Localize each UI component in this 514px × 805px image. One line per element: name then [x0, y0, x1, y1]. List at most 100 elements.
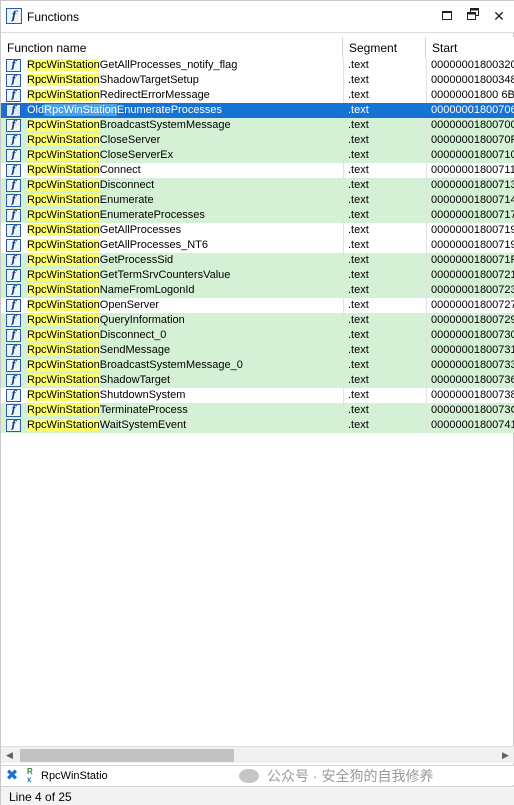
name-suffix: ShutdownSystem: [99, 389, 186, 401]
start-address-cell: 00000001800727: [426, 298, 514, 313]
name-suffix: RedirectErrorMessage: [99, 89, 210, 101]
maximize-button[interactable]: [439, 8, 455, 24]
filter-match-highlight: RpcWinStation: [27, 374, 100, 386]
function-icon: f: [6, 134, 21, 147]
name-suffix: Disconnect_0: [99, 329, 167, 341]
name-suffix: GetProcessSid: [99, 254, 174, 266]
filter-match-highlight: RpcWinStation: [27, 269, 100, 281]
function-icon: f: [6, 239, 21, 252]
function-name: RpcWinStationDisconnect_0: [27, 328, 166, 343]
filter-match-highlight: RpcWinStation: [27, 89, 100, 101]
status-bar: Line 4 of 25: [1, 786, 514, 805]
table-row[interactable]: f RpcWinStationGetAllProcesses_NT6 .text 00…: [1, 238, 514, 253]
table-row[interactable]: f RpcWinStationTerminateProcess .text 00000…: [1, 403, 514, 418]
table-row[interactable]: f RpcWinStationNameFromLogonId .text 000000…: [1, 283, 514, 298]
name-suffix: GetAllProcesses: [99, 224, 182, 236]
function-icon: f: [6, 254, 21, 267]
column-header-segment[interactable]: Segment: [343, 37, 426, 59]
function-name-cell: f RpcWinStationNameFromLogonId: [1, 283, 343, 298]
filter-match-highlight: RpcWinStation: [27, 179, 100, 191]
segment-cell: .text: [343, 178, 426, 193]
name-suffix: Disconnect: [99, 179, 155, 191]
close-button[interactable]: ✕: [491, 8, 507, 24]
horizontal-scrollbar[interactable]: ◀ ▶: [1, 746, 514, 763]
function-name-cell: f RpcWinStationEnumerate: [1, 193, 343, 208]
function-name: RpcWinStationCloseServerEx: [27, 148, 173, 163]
function-name-cell: f RpcWinStationBroadcastSystemMessage_0: [1, 358, 343, 373]
table-row[interactable]: f RpcWinStationGetProcessSid .text 00000001…: [1, 253, 514, 268]
table-row[interactable]: f OldRpcWinStationEnumerateProcesses .text…: [1, 103, 514, 118]
scroll-right-icon[interactable]: ▶: [497, 747, 514, 764]
scroll-left-icon[interactable]: ◀: [1, 747, 18, 764]
table-row[interactable]: f RpcWinStationOpenServer .text 00000001800…: [1, 298, 514, 313]
table-row[interactable]: f RpcWinStationSendMessage .text 0000000180…: [1, 343, 514, 358]
function-name-cell: f RpcWinStationConnect: [1, 163, 343, 178]
scroll-thumb[interactable]: [20, 749, 234, 762]
function-icon: f: [6, 359, 21, 372]
function-name: RpcWinStationGetTermSrvCountersValue: [27, 268, 230, 283]
function-name: RpcWinStationDisconnect: [27, 178, 154, 193]
function-name: RpcWinStationBroadcastSystemMessage_0: [27, 358, 243, 373]
table-row[interactable]: f RpcWinStationWaitSystemEvent .text 000000…: [1, 418, 514, 433]
filter-match-highlight: RpcWinStation: [27, 194, 100, 206]
segment-cell: .text: [343, 163, 426, 178]
table-row[interactable]: f RpcWinStationCloseServerEx .text 00000001…: [1, 148, 514, 163]
table-row[interactable]: f RpcWinStationGetAllProcesses .text 000000…: [1, 223, 514, 238]
watermark: 公众号 · 安全狗的自我修养: [239, 768, 433, 784]
function-icon: f: [6, 344, 21, 357]
filter-match-highlight: RpcWinStation: [27, 239, 100, 251]
filter-match-highlight: RpcWinStation: [27, 344, 100, 356]
table-row[interactable]: f RpcWinStationBroadcastSystemMessage_0 .t…: [1, 358, 514, 373]
watermark-text: 公众号 · 安全狗的自我修养: [267, 768, 434, 784]
table-row[interactable]: f RpcWinStationEnumerateProcesses .text 000…: [1, 208, 514, 223]
function-name: RpcWinStationOpenServer: [27, 298, 159, 313]
function-icon: f: [6, 8, 22, 24]
function-name: RpcWinStationGetAllProcesses: [27, 223, 181, 238]
start-address-cell: 00000001800738: [426, 388, 514, 403]
function-icon: f: [6, 149, 21, 162]
column-header-function-name[interactable]: Function name: [1, 37, 343, 59]
function-icon: f: [6, 164, 21, 177]
start-address-cell: 00000001800733: [426, 358, 514, 373]
table-row[interactable]: f RpcWinStationEnumerate .text 000000018007…: [1, 193, 514, 208]
table-row[interactable]: f RpcWinStationShutdownSystem .text 0000000…: [1, 388, 514, 403]
function-name-cell: f RpcWinStationGetAllProcesses_NT6: [1, 238, 343, 253]
table-row[interactable]: f RpcWinStationBroadcastSystemMessage .tex…: [1, 118, 514, 133]
name-suffix: TerminateProcess: [99, 404, 188, 416]
table-row[interactable]: f RpcWinStationConnect .text 00000001800711: [1, 163, 514, 178]
table-row[interactable]: f RpcWinStationCloseServer .text 0000000180…: [1, 133, 514, 148]
segment-cell: .text: [343, 403, 426, 418]
filter-match-highlight: RpcWinStation: [27, 404, 100, 416]
filter-match-highlight: RpcWinStation: [27, 284, 100, 296]
filter-match-highlight: RpcWinStation: [27, 164, 100, 176]
function-name-cell: f RpcWinStationDisconnect_0: [1, 328, 343, 343]
function-name: RpcWinStationConnect: [27, 163, 141, 178]
float-button[interactable]: [465, 8, 481, 24]
table-row[interactable]: f RpcWinStationDisconnect .text 00000001800…: [1, 178, 514, 193]
name-suffix: ShadowTargetSetup: [99, 74, 199, 86]
column-header-start[interactable]: Start: [426, 37, 514, 59]
filter-input[interactable]: [41, 768, 221, 784]
function-name: OldRpcWinStationEnumerateProcesses: [27, 103, 222, 118]
function-icon: f: [6, 119, 21, 132]
filter-match-highlight: RpcWinStation: [27, 299, 100, 311]
function-icon: f: [6, 389, 21, 402]
name-suffix: CloseServer: [99, 134, 161, 146]
name-suffix: Enumerate: [99, 194, 154, 206]
function-name-cell: f RpcWinStationEnumerateProcesses: [1, 208, 343, 223]
regex-icon[interactable]: Rx: [27, 768, 39, 784]
name-suffix: EnumerateProcesses: [116, 104, 223, 116]
table-row[interactable]: f RpcWinStationRedirectErrorMessage .text 0…: [1, 88, 514, 103]
table-row[interactable]: f RpcWinStationQueryInformation .text 00000…: [1, 313, 514, 328]
filter-match-highlight: RpcWinStation: [27, 314, 100, 326]
close-icon: ✕: [493, 8, 505, 24]
filter-match-highlight: RpcWinStation: [27, 359, 100, 371]
function-name-cell: f RpcWinStationCloseServer: [1, 133, 343, 148]
table-row[interactable]: f RpcWinStationGetTermSrvCountersValue .te…: [1, 268, 514, 283]
clear-filter-icon[interactable]: ✖: [5, 768, 19, 783]
segment-cell: .text: [343, 283, 426, 298]
table-row[interactable]: f RpcWinStationShadowTarget .text 000000018…: [1, 373, 514, 388]
table-row[interactable]: f RpcWinStationShadowTargetSetup .text 0000…: [1, 73, 514, 88]
table-row[interactable]: f RpcWinStationDisconnect_0 .text 000000018…: [1, 328, 514, 343]
table-row[interactable]: f RpcWinStationGetAllProcesses_notify_fla…: [1, 58, 514, 73]
